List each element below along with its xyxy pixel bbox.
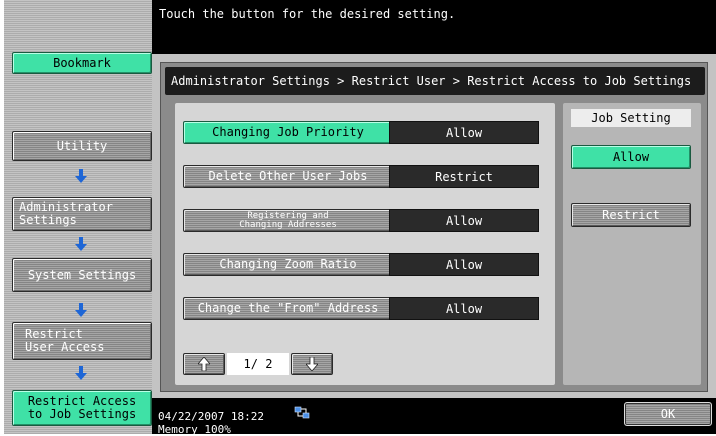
delete-other-user-jobs-button[interactable]: Delete Other User Jobs <box>183 165 393 188</box>
changing-job-priority-value: Allow <box>389 121 539 144</box>
nav-restrict-user-access-label: Restrict User Access <box>25 327 105 354</box>
up-arrow-icon <box>198 357 210 371</box>
changing-zoom-ratio-label: Changing Zoom Ratio <box>219 257 357 271</box>
job-setting-panel: Job Setting Allow Restrict <box>563 103 701 385</box>
nav-restrict-user-access-button[interactable]: Restrict User Access <box>12 322 152 360</box>
page-up-button[interactable] <box>183 353 225 375</box>
nav-administrator-settings-button[interactable]: Administrator Settings <box>12 197 152 231</box>
allow-button[interactable]: Allow <box>571 145 691 169</box>
nav-utility-button[interactable]: Utility <box>12 131 152 161</box>
instruction-message: Touch the button for the desired setting… <box>159 7 456 21</box>
job-setting-title: Job Setting <box>571 109 691 127</box>
nav-restrict-access-job-settings-button[interactable]: Restrict Access to Job Settings <box>12 390 152 426</box>
left-navigation: Bookmark Utility Administrator Settings … <box>4 0 152 434</box>
page-indicator: 1/ 2 <box>227 353 289 375</box>
nav-administrator-settings-label: Administrator Settings <box>19 200 113 227</box>
nav-system-settings-label: System Settings <box>27 267 137 282</box>
down-arrow-icon <box>75 237 87 251</box>
changing-zoom-ratio-button[interactable]: Changing Zoom Ratio <box>183 253 393 276</box>
down-arrow-icon <box>75 366 87 380</box>
registering-changing-addresses-button[interactable]: Registering and Changing Addresses <box>183 209 393 232</box>
ok-label: OK <box>660 407 676 421</box>
ok-button[interactable]: OK <box>624 402 712 426</box>
breadcrumb: Administrator Settings > Restrict User >… <box>165 67 705 95</box>
changing-zoom-ratio-value: Allow <box>389 253 539 276</box>
memory-status: Memory 100% <box>158 423 231 436</box>
change-from-address-button[interactable]: Change the "From" Address <box>183 297 393 320</box>
settings-panel: Administrator Settings > Restrict User >… <box>160 62 708 392</box>
registering-changing-addresses-value: Allow <box>389 209 539 232</box>
main-frame: Administrator Settings > Restrict User >… <box>152 54 716 398</box>
page-down-button[interactable] <box>291 353 333 375</box>
nav-restrict-access-job-settings-label: Restrict Access to Job Settings <box>27 394 137 421</box>
restrict-label: Restrict <box>602 208 660 222</box>
status-bar: 04/22/2007 18:22 Memory 100% OK <box>152 398 716 436</box>
nav-system-settings-button[interactable]: System Settings <box>12 258 152 292</box>
registering-changing-addresses-label: Registering and Changing Addresses <box>239 210 337 230</box>
down-arrow-icon <box>75 169 87 183</box>
date-time: 04/22/2007 18:22 <box>158 410 264 423</box>
message-bar: Touch the button for the desired setting… <box>152 0 716 54</box>
restrict-button[interactable]: Restrict <box>571 203 691 227</box>
settings-list: Changing Job Priority Allow Delete Other… <box>175 103 555 385</box>
change-from-address-label: Change the "From" Address <box>197 301 379 315</box>
bookmark-label: Bookmark <box>53 55 111 70</box>
bookmark-button[interactable]: Bookmark <box>12 52 152 74</box>
allow-label: Allow <box>612 150 650 164</box>
changing-job-priority-button[interactable]: Changing Job Priority <box>183 121 393 144</box>
copier-screen: Bookmark Utility Administrator Settings … <box>0 0 716 436</box>
down-arrow-icon <box>306 357 318 371</box>
network-icon <box>294 406 310 419</box>
down-arrow-icon <box>75 303 87 317</box>
delete-other-user-jobs-value: Restrict <box>389 165 539 188</box>
nav-utility-label: Utility <box>56 138 108 153</box>
change-from-address-value: Allow <box>389 297 539 320</box>
delete-other-user-jobs-label: Delete Other User Jobs <box>208 169 368 183</box>
changing-job-priority-label: Changing Job Priority <box>212 125 364 139</box>
